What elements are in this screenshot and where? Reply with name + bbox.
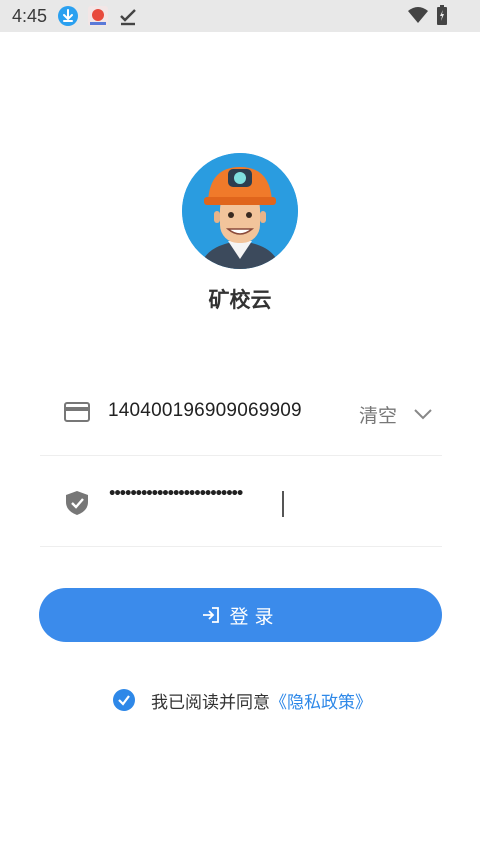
download-icon xyxy=(57,5,79,27)
status-bar: 4:45 xyxy=(0,0,480,32)
app-name: 矿校云 xyxy=(208,288,272,312)
account-input[interactable]: 140400196909069909 xyxy=(108,400,302,422)
battery-icon xyxy=(436,5,448,29)
check-icon xyxy=(117,5,139,27)
status-time: 4:45 xyxy=(12,5,48,26)
password-row: ••••••••••••••••••••••••• xyxy=(40,457,442,547)
text-cursor xyxy=(282,491,284,517)
app-notification-icon xyxy=(87,5,109,27)
agreement-row: 我已阅读并同意 《隐私政策》 xyxy=(113,688,372,713)
shield-icon xyxy=(64,490,90,516)
login-icon xyxy=(201,605,221,625)
wifi-icon xyxy=(408,5,428,29)
account-row: 140400196909069909 清空 xyxy=(40,366,442,456)
clear-button[interactable]: 清空 xyxy=(359,401,397,428)
chevron-down-icon[interactable] xyxy=(412,403,434,425)
privacy-policy-link[interactable]: 《隐私政策》 xyxy=(270,688,372,713)
login-button[interactable]: 登录 xyxy=(39,588,442,642)
agreement-checkbox[interactable] xyxy=(113,689,135,711)
app-logo-avatar xyxy=(182,153,298,269)
login-label: 登录 xyxy=(229,605,280,628)
card-icon xyxy=(64,399,90,425)
password-input[interactable]: ••••••••••••••••••••••••• xyxy=(108,486,244,502)
agreement-text: 我已阅读并同意 xyxy=(151,692,270,713)
